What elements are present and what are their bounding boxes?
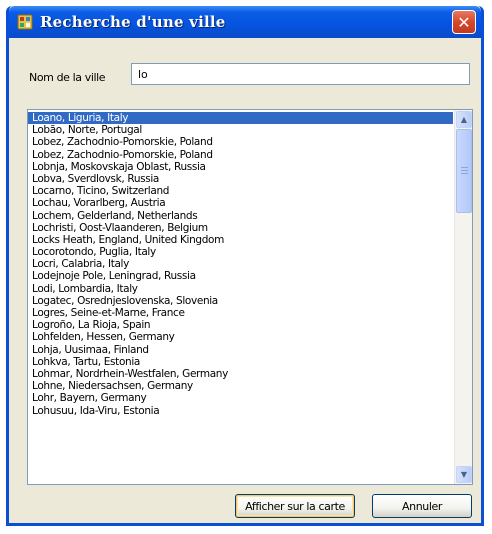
- app-icon: [17, 14, 33, 30]
- list-item[interactable]: Logatec, Osrednjeslovenska, Slovenia: [28, 295, 453, 307]
- list-item[interactable]: Lobez, Zachodnio-Pomorskie, Poland: [28, 136, 453, 148]
- chevron-up-icon: ▲: [460, 115, 468, 124]
- list-item[interactable]: Lochau, Vorarlberg, Austria: [28, 197, 453, 209]
- grip-line: [461, 167, 468, 168]
- title-bar[interactable]: Recherche d'une ville ✕: [9, 6, 481, 38]
- scroll-up-button[interactable]: ▲: [456, 111, 472, 128]
- list-item[interactable]: Lobnja, Moskovskaja Oblast, Russia: [28, 161, 453, 173]
- list-item[interactable]: Lobão, Norte, Portugal: [28, 124, 453, 136]
- list-item[interactable]: Lohfelden, Hessen, Germany: [28, 331, 453, 343]
- list-item[interactable]: Lohne, Niedersachsen, Germany: [28, 380, 453, 392]
- list-item[interactable]: Lohja, Uusimaa, Finland: [28, 344, 453, 356]
- city-list-items: Loano, Liguria, Italy Lobão, Norte, Portu…: [28, 112, 453, 417]
- close-button[interactable]: ✕: [452, 10, 476, 34]
- list-item[interactable]: Lohr, Bayern, Germany: [28, 392, 453, 404]
- list-item[interactable]: Lodi, Lombardia, Italy: [28, 283, 453, 295]
- scroll-thumb[interactable]: [456, 129, 472, 213]
- list-item[interactable]: Lohkva, Tartu, Estonia: [28, 356, 453, 368]
- list-item[interactable]: Loano, Liguria, Italy: [28, 112, 453, 125]
- list-item[interactable]: Locri, Calabria, Italy: [28, 258, 453, 270]
- city-name-input[interactable]: [131, 63, 470, 85]
- city-name-label: Nom de la ville: [29, 71, 106, 84]
- list-item[interactable]: Logroño, La Rioja, Spain: [28, 319, 453, 331]
- grip-line: [461, 173, 468, 174]
- list-item[interactable]: Lohusuu, Ida-Viru, Estonia: [28, 405, 453, 417]
- grip-line: [461, 170, 468, 171]
- list-item[interactable]: Locks Heath, England, United Kingdom: [28, 234, 453, 246]
- list-item[interactable]: Logres, Seine-et-Marne, France: [28, 307, 453, 319]
- city-list[interactable]: Loano, Liguria, Italy Lobão, Norte, Portu…: [27, 109, 473, 485]
- list-item[interactable]: Lobva, Sverdlovsk, Russia: [28, 173, 453, 185]
- list-item[interactable]: Lodejnoje Pole, Leningrad, Russia: [28, 270, 453, 282]
- window-title: Recherche d'une ville: [40, 13, 226, 31]
- list-item[interactable]: Lobez, Zachodnio-Pomorskie, Poland: [28, 149, 453, 161]
- city-search-dialog: Recherche d'une ville ✕ Nom de la ville …: [6, 6, 484, 526]
- cancel-button[interactable]: Annuler: [372, 494, 472, 518]
- list-item[interactable]: Lochem, Gelderland, Netherlands: [28, 210, 453, 222]
- list-item[interactable]: Lochristi, Oost-Vlaanderen, Belgium: [28, 222, 453, 234]
- chevron-down-icon: ▼: [460, 470, 468, 479]
- close-icon: ✕: [457, 12, 471, 32]
- scroll-down-button[interactable]: ▼: [456, 466, 472, 483]
- show-on-map-button[interactable]: Afficher sur la carte: [235, 494, 355, 518]
- list-item[interactable]: Lohmar, Nordrhein-Westfalen, Germany: [28, 368, 453, 380]
- list-item[interactable]: Locorotondo, Puglia, Italy: [28, 246, 453, 258]
- list-item[interactable]: Locarno, Ticino, Switzerland: [28, 185, 453, 197]
- vertical-scrollbar[interactable]: ▲ ▼: [454, 110, 472, 484]
